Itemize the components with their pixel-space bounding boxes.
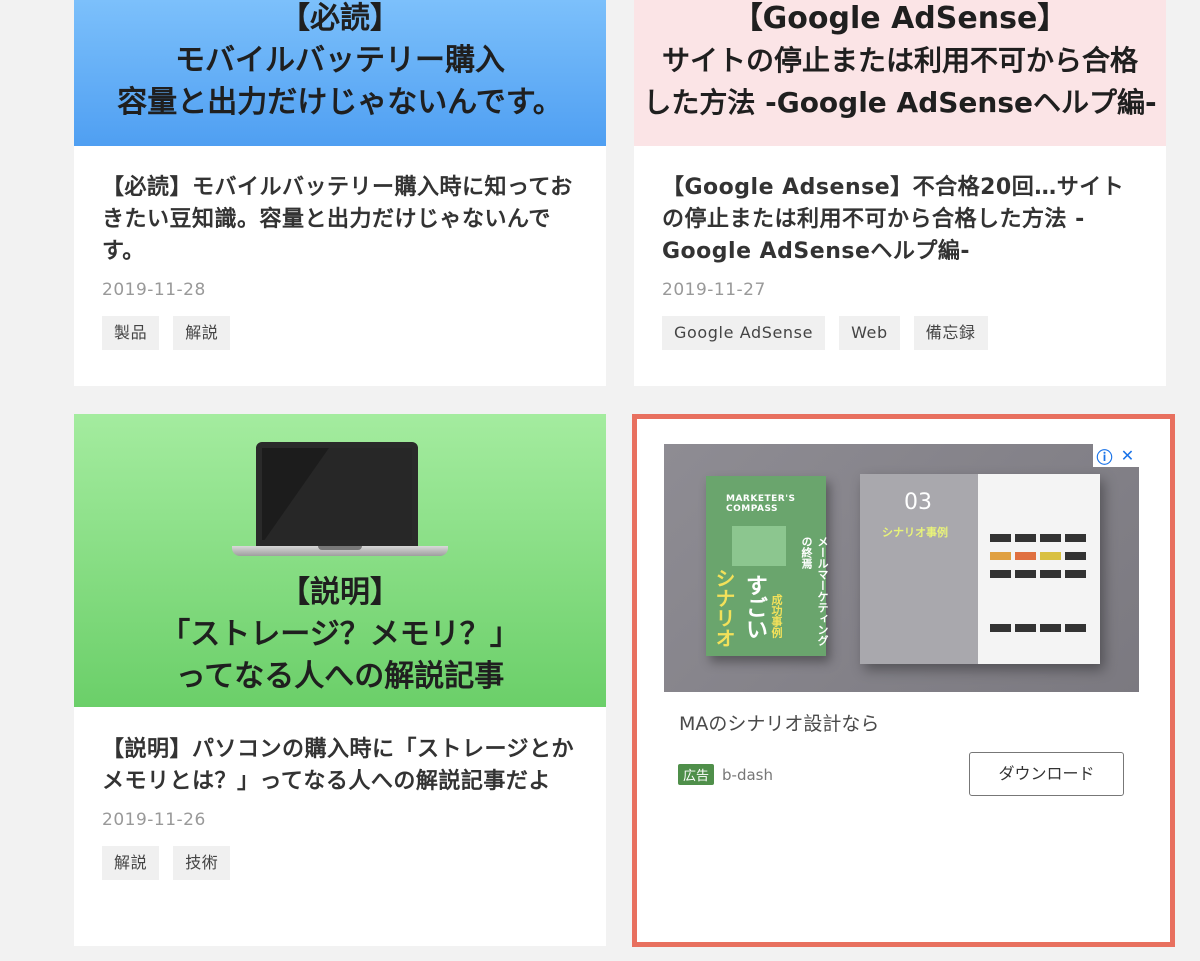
ebook-cover-text: シナリオ (712, 568, 736, 648)
ebook-cover-text: すごい (742, 574, 767, 640)
article-thumbnail[interactable]: 【説明】 「ストレージ？メモリ？」 ってなる人への解説記事 (74, 414, 606, 707)
envelope-icon (732, 526, 786, 566)
tag-gijutsu[interactable]: 技術 (173, 846, 231, 880)
ebook-cover-text: 成功事例 (770, 594, 783, 638)
article-title[interactable]: 【Google Adsense】不合格20回…サイトの停止または利用不可から合格… (662, 172, 1138, 268)
ebook-cover: MARKETER'S COMPASS シナリオ すごい 成功事例 メールマーケテ… (706, 476, 829, 656)
article-title[interactable]: 【必読】モバイルバッテリー購入時に知っておきたい豆知識。容量と出力だけじゃないん… (102, 172, 578, 268)
article-card[interactable]: 【説明】 「ストレージ？メモリ？」 ってなる人への解説記事 【説明】パソコンの購… (74, 414, 606, 946)
ad-image[interactable]: MARKETER'S COMPASS シナリオ すごい 成功事例 メールマーケテ… (664, 444, 1139, 692)
article-date: 2019-11-27 (662, 280, 766, 300)
article-card[interactable]: 【必読】 モバイルバッテリー購入 容量と出力だけじゃないんです。 【必読】モバイ… (74, 0, 606, 386)
thumbnail-text: ってなる人への解説記事 (175, 659, 505, 694)
tag-bibouroku[interactable]: 備忘録 (913, 316, 988, 350)
article-title[interactable]: 【説明】パソコンの購入時に「ストレージとかメモリとは？」ってなる人への解説記事だ… (102, 734, 578, 798)
tag-kaisetsu[interactable]: 解説 (173, 316, 231, 350)
article-thumbnail[interactable]: 【必読】 モバイルバッテリー購入 容量と出力だけじゃないんです。 (74, 0, 606, 146)
download-button[interactable]: ダウンロード (969, 752, 1124, 796)
info-icon[interactable]: ⓘ (1093, 444, 1116, 467)
laptop-icon (232, 442, 448, 558)
thumbnail-text: モバイルバッテリー購入 (175, 43, 505, 78)
ad-label-badge: 広告 (678, 764, 715, 785)
ad-advertiser[interactable]: b-dash (722, 766, 773, 784)
article-date: 2019-11-26 (102, 810, 206, 830)
ad-headline[interactable]: MAのシナリオ設計なら (679, 709, 879, 736)
tag-kaisetsu[interactable]: 解説 (102, 846, 160, 880)
thumbnail-text: 容量と出力だけじゃないんです。 (117, 85, 563, 120)
tag-seihin[interactable]: 製品 (102, 316, 160, 350)
thumbnail-text: 【必読】 (280, 1, 400, 36)
ad-unit[interactable]: MARKETER'S COMPASS シナリオ すごい 成功事例 メールマーケテ… (632, 414, 1175, 947)
thumbnail-text: サイトの停止または利用不可から合格 (661, 44, 1138, 77)
tag-web[interactable]: Web (839, 316, 900, 350)
close-icon[interactable]: ✕ (1116, 444, 1139, 467)
thumbnail-text: 【説明】 (280, 575, 400, 610)
chapter-number: 03 (904, 490, 932, 515)
article-card[interactable]: 【Google AdSense】 サイトの停止または利用不可から合格 した方法 … (634, 0, 1166, 386)
chapter-title: シナリオ事例 (882, 526, 948, 539)
thumbnail-text: した方法 -Google AdSenseヘルプ編- (643, 86, 1157, 119)
thumbnail-text: 【Google AdSense】 (732, 1, 1068, 36)
ebook-spread: 03 シナリオ事例 (860, 474, 1100, 664)
tag-google-adsense[interactable]: Google AdSense (662, 316, 826, 350)
ebook-cover-title: MARKETER'S COMPASS (726, 494, 796, 514)
article-date: 2019-11-28 (102, 280, 206, 300)
thumbnail-text: 「ストレージ？メモリ？」 (160, 617, 520, 652)
article-thumbnail[interactable]: 【Google AdSense】 サイトの停止または利用不可から合格 した方法 … (634, 0, 1166, 146)
ebook-cover-text: メールマーケティングの終焉 (800, 536, 829, 646)
